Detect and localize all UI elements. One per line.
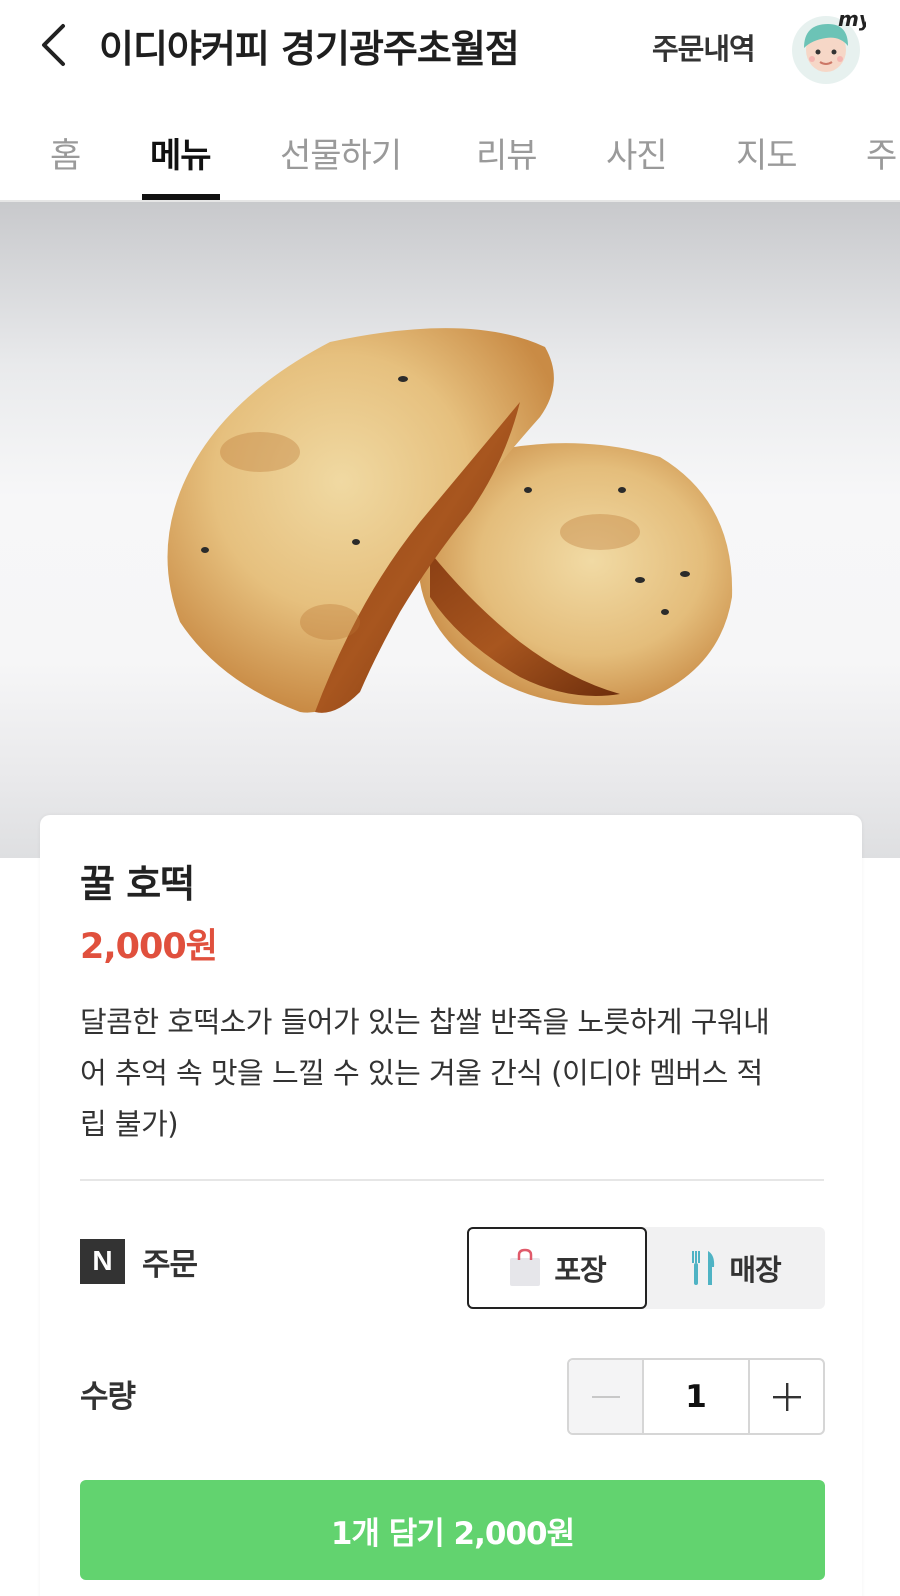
back-button[interactable] (30, 20, 80, 70)
product-image (0, 202, 900, 858)
tab-more[interactable]: 주 (866, 128, 897, 177)
tab-review[interactable]: 리뷰 (476, 128, 538, 177)
order-type-label: N 주문 (80, 1238, 198, 1284)
add-to-cart-button[interactable]: 1개 담기 2,000원 (80, 1480, 825, 1580)
quantity-value: 1 (685, 1378, 707, 1415)
store-title: 이디야커피 경기광주초월점 (99, 27, 520, 71)
avatar-badge-text: my (838, 10, 866, 31)
tab-photo[interactable]: 사진 (606, 128, 668, 177)
order-label: 주문 (142, 1246, 198, 1283)
quantity-label: 수량 (80, 1379, 136, 1415)
naver-n-badge: N (80, 1238, 125, 1284)
product-price: 2,000원 (80, 927, 218, 967)
top-header: 이디야커피 경기광주초월점 주문내역 my (0, 0, 900, 92)
chevron-left-icon (42, 24, 65, 66)
fork-knife-icon (692, 1251, 715, 1285)
dine-in-option[interactable]: 매장 (647, 1227, 825, 1309)
dine-in-label: 매장 (729, 1253, 781, 1287)
minus-icon (591, 1395, 620, 1398)
product-description: 달콤한 호떡소가 들어가 있는 찹쌀 반죽을 노릇하게 구워내 어 추억 속 맛… (80, 997, 830, 1150)
shopping-bag-icon (510, 1248, 541, 1286)
tab-gift[interactable]: 선물하기 (280, 128, 402, 177)
my-page-avatar[interactable]: my (790, 7, 873, 86)
takeout-label: 포장 (554, 1253, 606, 1287)
tab-menu[interactable]: 메뉴 (150, 128, 212, 177)
avatar-icon: my (792, 7, 873, 84)
description-line: 어 추억 속 맛을 느낄 수 있는 겨울 간식 (이디야 멤버스 적 (80, 1056, 763, 1090)
active-tab-indicator (142, 194, 220, 200)
product-name: 꿀 호떡 (80, 862, 195, 906)
order-history-link[interactable]: 주문내역 (652, 26, 756, 68)
description-line: 립 불가) (80, 1107, 179, 1141)
takeout-option[interactable]: 포장 (467, 1227, 647, 1309)
increase-button[interactable] (748, 1360, 823, 1433)
hotteok-illustration (167, 328, 733, 713)
product-card: 꿀 호떡 2,000원 달콤한 호떡소가 들어가 있는 찹쌀 반죽을 노릇하게 … (40, 815, 862, 1596)
tab-bar: 홈 메뉴 선물하기 리뷰 사진 지도 주 (0, 100, 900, 202)
order-type-toggle: 포장 매장 (467, 1227, 825, 1309)
tab-home[interactable]: 홈 (50, 128, 81, 177)
description-line: 달콤한 호떡소가 들어가 있는 찹쌀 반죽을 노릇하게 구워내 (80, 1005, 770, 1039)
quantity-stepper: 1 (567, 1358, 825, 1435)
divider (80, 1179, 824, 1181)
decrease-button[interactable] (569, 1360, 644, 1433)
tab-map[interactable]: 지도 (736, 128, 798, 177)
plus-icon (772, 1382, 801, 1411)
